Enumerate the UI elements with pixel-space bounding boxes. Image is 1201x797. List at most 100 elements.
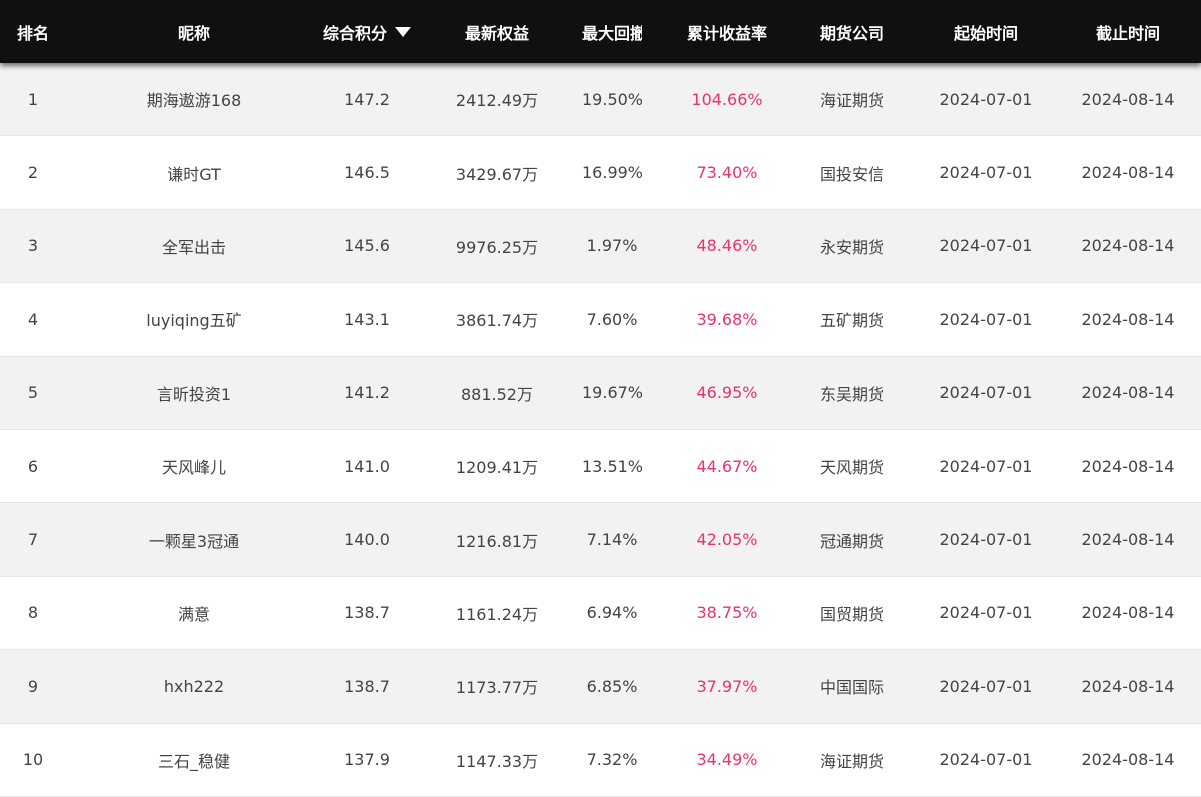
rank-cell: 6 bbox=[27, 456, 39, 476]
return-cell: 48.46% bbox=[696, 236, 758, 256]
nickname-cell[interactable]: 满意 bbox=[66, 601, 322, 625]
table-row[interactable]: 1 期海遨游168 147.2 2412.49万 19.50% 104.66% 海证期货 20… bbox=[0, 63, 1201, 137]
header-name[interactable]: 昵称 bbox=[66, 20, 322, 44]
nickname-cell[interactable]: 言昕投资1 bbox=[66, 381, 322, 405]
end-date-cell: 2024-08-14 bbox=[1081, 309, 1175, 329]
company-cell: 海证期货 bbox=[819, 91, 884, 111]
header-start[interactable]: 起始时间 bbox=[892, 20, 1080, 44]
score-cell: 143.1 bbox=[344, 309, 390, 329]
start-date-cell: 2024-07-01 bbox=[939, 163, 1033, 183]
drawdown-cell: 19.50% bbox=[582, 89, 642, 109]
table-row[interactable]: 2 谦时GT 146.5 3429.67万 16.99% 73.40% 国投安信 2024-0… bbox=[0, 136, 1201, 210]
return-cell: 104.66% bbox=[691, 89, 763, 109]
equity-cell: 1173.77万 bbox=[455, 678, 539, 698]
end-date-cell: 2024-08-14 bbox=[1081, 163, 1175, 183]
start-date-cell: 2024-07-01 bbox=[939, 383, 1033, 403]
company-cell: 天风期货 bbox=[819, 458, 884, 478]
return-cell: 34.49% bbox=[696, 750, 758, 770]
score-cell: 141.2 bbox=[344, 383, 390, 403]
rank-cell: 5 bbox=[27, 383, 39, 403]
rank-cell: 8 bbox=[27, 603, 39, 623]
score-cell: 140.0 bbox=[344, 530, 390, 550]
start-date-cell: 2024-07-01 bbox=[939, 530, 1033, 550]
drawdown-cell: 7.14% bbox=[586, 530, 638, 550]
company-cell: 东吴期货 bbox=[819, 384, 884, 404]
rank-cell: 3 bbox=[27, 236, 39, 256]
table-row[interactable]: 5 言昕投资1 141.2 881.52万 19.67% 46.95% 东吴期货 2024-0… bbox=[0, 356, 1201, 430]
header-equity[interactable]: 最新权益 bbox=[412, 20, 582, 44]
header-end[interactable]: 截止时间 bbox=[1080, 20, 1176, 44]
rank-cell: 2 bbox=[27, 163, 39, 183]
header-score[interactable]: 综合积分 bbox=[322, 20, 412, 44]
drawdown-cell: 7.32% bbox=[586, 750, 638, 770]
return-cell: 44.67% bbox=[696, 456, 758, 476]
score-cell: 147.2 bbox=[344, 89, 390, 109]
return-cell: 73.40% bbox=[696, 163, 758, 183]
company-cell: 国投安信 bbox=[819, 164, 884, 184]
equity-cell: 9976.25万 bbox=[455, 237, 539, 257]
table-row[interactable]: 8 满意 138.7 1161.24万 6.94% 38.75% 国贸期货 2024-07-0… bbox=[0, 576, 1201, 651]
nickname-cell[interactable]: 谦时GT bbox=[66, 161, 322, 185]
header-rank[interactable]: 排名 bbox=[0, 20, 66, 44]
score-cell: 138.7 bbox=[344, 676, 390, 696]
start-date-cell: 2024-07-01 bbox=[939, 603, 1033, 623]
end-date-cell: 2024-08-14 bbox=[1081, 530, 1175, 550]
end-date-cell: 2024-08-14 bbox=[1081, 750, 1175, 770]
table-row[interactable]: 10 三石_稳健 137.9 1147.33万 7.32% 34.49% 海证期货 2024-… bbox=[0, 723, 1201, 797]
company-cell: 海证期货 bbox=[819, 751, 884, 771]
score-cell: 137.9 bbox=[344, 750, 390, 770]
start-date-cell: 2024-07-01 bbox=[939, 456, 1033, 476]
rank-cell: 10 bbox=[22, 750, 44, 770]
equity-cell: 2412.49万 bbox=[455, 91, 539, 111]
end-date-cell: 2024-08-14 bbox=[1081, 383, 1175, 403]
nickname-cell[interactable]: 全军出击 bbox=[66, 234, 322, 258]
equity-cell: 3861.74万 bbox=[455, 311, 539, 331]
nickname-cell[interactable]: hxh222 bbox=[66, 677, 322, 696]
company-cell: 永安期货 bbox=[819, 237, 884, 257]
nickname-cell[interactable]: 期海遨游168 bbox=[66, 87, 322, 111]
header-company[interactable]: 期货公司 bbox=[812, 20, 892, 44]
score-cell: 141.0 bbox=[344, 456, 390, 476]
equity-cell: 3429.67万 bbox=[455, 164, 539, 184]
return-cell: 42.05% bbox=[696, 530, 758, 550]
rank-cell: 4 bbox=[27, 309, 39, 329]
start-date-cell: 2024-07-01 bbox=[939, 89, 1033, 109]
end-date-cell: 2024-08-14 bbox=[1081, 456, 1175, 476]
company-cell: 中国国际 bbox=[819, 678, 884, 698]
score-cell: 138.7 bbox=[344, 603, 390, 623]
table-row[interactable]: 7 一颗星3冠通 140.0 1216.81万 7.14% 42.05% 冠通期货 2024-… bbox=[0, 503, 1201, 577]
drawdown-cell: 7.60% bbox=[586, 309, 638, 329]
drawdown-cell: 16.99% bbox=[582, 163, 642, 183]
ranking-table: 排名 昵称 综合积分 最新权益 最大回撤 累计收益率 期货公司 起始时间 截止时… bbox=[0, 0, 1201, 797]
score-cell: 146.5 bbox=[344, 163, 390, 183]
start-date-cell: 2024-07-01 bbox=[939, 676, 1033, 696]
header-score-label: 综合积分 bbox=[322, 23, 387, 43]
nickname-cell[interactable]: 三石_稳健 bbox=[66, 748, 322, 772]
nickname-cell[interactable]: 一颗星3冠通 bbox=[66, 528, 322, 552]
table-row[interactable]: 6 天风峰儿 141.0 1209.41万 13.51% 44.67% 天风期货 2024-0… bbox=[0, 429, 1201, 504]
start-date-cell: 2024-07-01 bbox=[939, 236, 1033, 256]
table-body: 1 期海遨游168 147.2 2412.49万 19.50% 104.66% 海证期货 20… bbox=[0, 63, 1201, 797]
table-row[interactable]: 4 luyiqing五矿 143.1 3861.74万 7.60% 39.68% 五矿期货 2… bbox=[0, 283, 1201, 357]
table-row[interactable]: 9 hxh222 138.7 1173.77万 6.85% 37.97% 中国国际 2024-… bbox=[0, 650, 1201, 724]
sort-desc-icon[interactable] bbox=[395, 27, 411, 37]
equity-cell: 1161.24万 bbox=[455, 604, 539, 624]
rank-cell: 9 bbox=[27, 676, 39, 696]
company-cell: 冠通期货 bbox=[819, 531, 884, 551]
drawdown-cell: 13.51% bbox=[582, 456, 642, 476]
score-cell: 145.6 bbox=[344, 236, 390, 256]
nickname-cell[interactable]: luyiqing五矿 bbox=[66, 307, 322, 331]
equity-cell: 881.52万 bbox=[461, 384, 533, 404]
header-drawdown[interactable]: 最大回撤 bbox=[582, 20, 642, 44]
end-date-cell: 2024-08-14 bbox=[1081, 236, 1175, 256]
return-cell: 38.75% bbox=[696, 603, 758, 623]
company-cell: 五矿期货 bbox=[819, 311, 884, 331]
return-cell: 37.97% bbox=[696, 676, 758, 696]
drawdown-cell: 19.67% bbox=[582, 383, 642, 403]
return-cell: 39.68% bbox=[696, 309, 758, 329]
return-cell: 46.95% bbox=[696, 383, 758, 403]
end-date-cell: 2024-08-14 bbox=[1081, 89, 1175, 109]
table-row[interactable]: 3 全军出击 145.6 9976.25万 1.97% 48.46% 永安期货 2024-07… bbox=[0, 209, 1201, 284]
header-return[interactable]: 累计收益率 bbox=[642, 20, 812, 44]
nickname-cell[interactable]: 天风峰儿 bbox=[66, 454, 322, 478]
